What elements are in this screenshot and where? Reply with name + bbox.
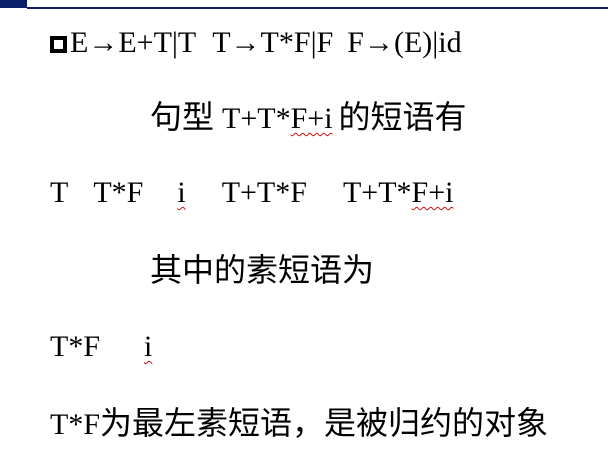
simple-phrases-list: T*F i bbox=[50, 332, 152, 362]
phrases-list: T T*F i T+T*F T+T*F+i bbox=[50, 178, 453, 208]
sentential-form-marked: F+i bbox=[290, 102, 333, 135]
sentential-form: T+T*F+i bbox=[222, 102, 333, 135]
simple-phrase-item: T*F bbox=[50, 330, 101, 363]
production-e: E→E+T|T bbox=[70, 26, 197, 59]
phrases-heading: 句型 T+T*F+i 的短语有 bbox=[150, 101, 467, 134]
header-rule bbox=[27, 7, 608, 9]
phrase-item: i bbox=[177, 176, 186, 209]
conclusion-line: T*F为最左素短语，是被归约的对象 bbox=[50, 407, 548, 440]
phrase-item: T bbox=[50, 176, 69, 209]
production-f: F→(E)|id bbox=[347, 26, 462, 59]
conclusion-text: 为最左素短语，是被归约的对象 bbox=[100, 404, 549, 442]
square-bullet-icon bbox=[50, 36, 67, 53]
phrase-item: T+T*F+i bbox=[342, 176, 454, 209]
production-t: T→T*F|F bbox=[212, 26, 334, 59]
phrases-heading-prefix: 句型 bbox=[150, 98, 215, 136]
slide: E→E+T|T T→T*F|F F→(E)|id 句型 T+T*F+i 的短语有 T T*… bbox=[0, 0, 608, 453]
conclusion-term: T*F bbox=[50, 408, 101, 441]
phrase-item: T+T*F bbox=[221, 176, 307, 209]
simple-phrase-item: i bbox=[144, 330, 153, 363]
simple-phrases-heading: 其中的素短语为 bbox=[150, 251, 375, 289]
phrases-heading-suffix: 的短语有 bbox=[338, 98, 467, 136]
grammar-line: E→E+T|T T→T*F|F F→(E)|id bbox=[50, 28, 462, 58]
header-accent-bar bbox=[0, 0, 27, 8]
phrase-item: T*F bbox=[93, 176, 144, 209]
